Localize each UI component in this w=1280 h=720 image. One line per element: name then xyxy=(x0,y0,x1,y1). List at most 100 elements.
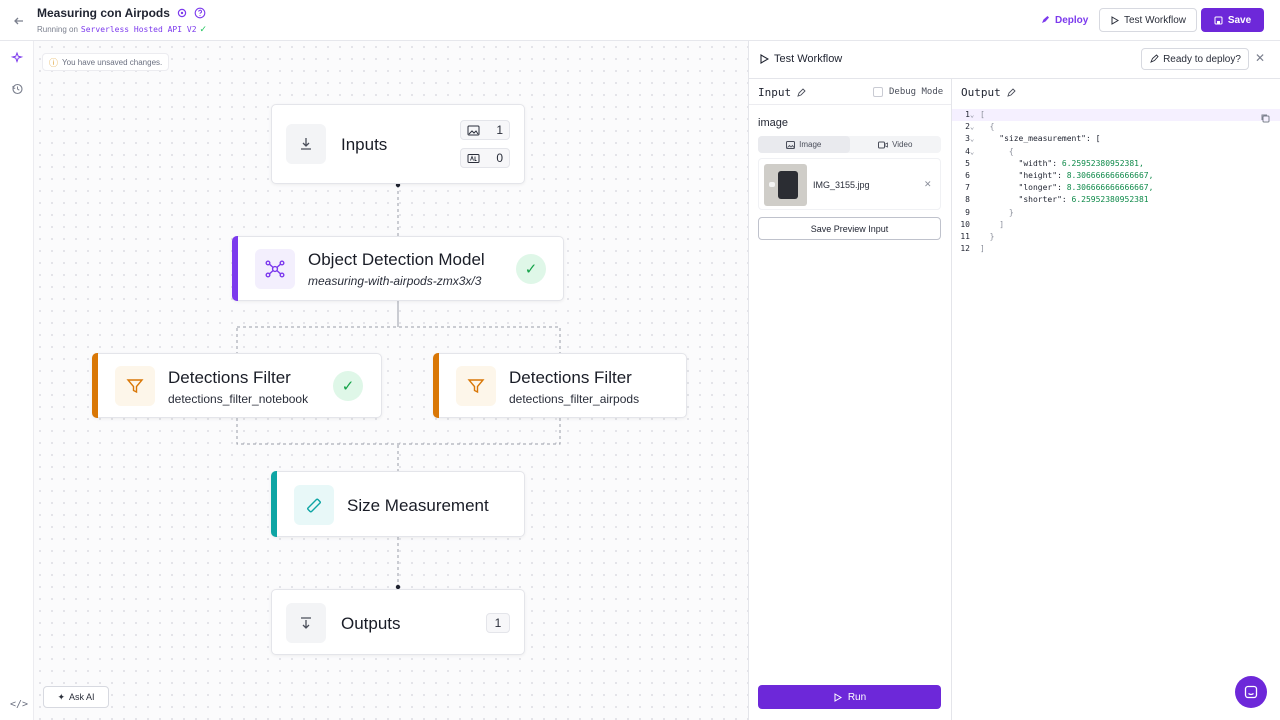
code-view-icon[interactable]: </> xyxy=(10,699,28,710)
save-icon xyxy=(1214,16,1223,24)
media-type-tabs: Image Video xyxy=(758,136,941,153)
size-measurement-node[interactable]: Size Measurement xyxy=(271,471,525,537)
remove-file-icon[interactable]: ✕ xyxy=(924,179,932,190)
model-graph-icon xyxy=(255,249,295,289)
line-text: ] xyxy=(980,244,985,254)
test-workflow-button[interactable]: Test Workflow xyxy=(1099,8,1197,32)
filter-airpods-id: detections_filter_airpods xyxy=(509,392,640,406)
line-text: "height": 8.306666666666667, xyxy=(980,170,1154,182)
thumbnail-airpod xyxy=(769,182,775,187)
tab-video[interactable]: Video xyxy=(850,136,942,153)
output-header: Output xyxy=(952,79,1280,105)
outputs-node[interactable]: Outputs 1 xyxy=(271,589,525,655)
run-label: Run xyxy=(847,691,867,703)
help-icon[interactable] xyxy=(194,7,206,19)
line-number: 8 xyxy=(965,195,970,205)
fold-chevron-icon[interactable]: ⌄ xyxy=(970,109,974,121)
line-number: 7 xyxy=(965,183,970,193)
output-json-viewer[interactable]: 1 ⌄[2 ⌄ {3 ⌄ "size_measurement": [4 ⌄ {5 "wi… xyxy=(952,109,1280,255)
pencil-icon[interactable] xyxy=(797,88,806,97)
fold-chevron-icon[interactable]: ⌄ xyxy=(970,133,974,145)
node-accent-bar xyxy=(92,353,98,418)
code-line: 11 } xyxy=(952,231,1280,243)
line-number: 4 xyxy=(965,146,970,156)
image-count: 1 xyxy=(496,123,503,137)
json-key: "size_measurement": [ xyxy=(980,134,1101,144)
json-number: 8.306666666666667, xyxy=(1066,170,1154,180)
code-line: 8 "shorter": 6.25952380952381 xyxy=(952,194,1280,206)
save-button[interactable]: Save xyxy=(1201,8,1264,32)
debug-checkbox[interactable] xyxy=(873,87,883,97)
output-label-row: Output xyxy=(961,86,1016,99)
detections-filter-notebook-node[interactable]: Detections Filter detections_filter_note… xyxy=(92,353,382,418)
line-text: { xyxy=(980,122,995,132)
top-header: Measuring con Airpods Running on Serverl… xyxy=(0,0,1280,41)
model-title: Object Detection Model xyxy=(308,250,485,269)
thumbnail-notebook xyxy=(778,171,798,199)
run-button[interactable]: Run xyxy=(758,685,941,709)
line-number: 9 xyxy=(965,207,970,217)
panel-title-row: Test Workflow xyxy=(759,53,842,65)
param-count: 0 xyxy=(496,151,503,165)
copy-icon[interactable] xyxy=(1260,113,1270,123)
debug-mode-toggle[interactable]: Debug Mode xyxy=(873,87,943,97)
filter-airpods-title: Detections Filter xyxy=(509,368,632,387)
outputs-title: Outputs xyxy=(341,614,401,633)
filter-notebook-id: detections_filter_notebook xyxy=(168,392,309,406)
line-text: "longer": 8.306666666666667, xyxy=(980,182,1154,194)
running-target[interactable]: Serverless Hosted API V2 xyxy=(81,25,197,34)
line-text: "width": 6.25952380952381, xyxy=(980,158,1144,170)
line-number: 10 xyxy=(960,219,970,229)
ask-ai-button[interactable]: ✦ Ask AI xyxy=(43,686,109,708)
input-label: Input xyxy=(758,86,792,99)
play-icon xyxy=(834,692,842,702)
sparkle-icon[interactable] xyxy=(10,51,24,65)
close-icon[interactable]: ✕ xyxy=(1255,51,1265,65)
file-name: IMG_3155.jpg xyxy=(813,180,870,190)
chat-support-button[interactable] xyxy=(1235,676,1267,708)
text-param-icon xyxy=(467,153,480,163)
line-text: } xyxy=(980,207,1014,217)
json-key: "shorter": xyxy=(980,195,1072,205)
input-column: Input Debug Mode image Image Video IMG_3… xyxy=(749,79,952,720)
object-detection-node[interactable]: Object Detection Model measuring-with-ai… xyxy=(232,236,564,301)
output-arrow-icon xyxy=(286,603,326,643)
deploy-button[interactable]: Deploy xyxy=(1034,9,1094,31)
uploaded-file: IMG_3155.jpg ✕ xyxy=(758,158,941,210)
back-arrow-icon[interactable] xyxy=(11,13,27,29)
line-text: ] xyxy=(980,219,1005,229)
settings-gear-icon[interactable] xyxy=(176,7,188,19)
check-icon: ✓ xyxy=(199,24,208,34)
inputs-node[interactable]: Inputs 1 0 xyxy=(271,104,525,184)
pencil-icon[interactable] xyxy=(1007,88,1016,97)
running-on-status: Running on Serverless Hosted API V2 ✓ xyxy=(37,24,207,35)
code-line: 1 ⌄ [ xyxy=(952,109,1280,122)
detections-filter-airpods-node[interactable]: Detections Filter detections_filter_airp… xyxy=(433,353,687,418)
workflow-canvas[interactable]: ⓘ You have unsaved changes. Inputs 1 0 O… xyxy=(34,41,748,720)
play-icon xyxy=(1111,15,1119,25)
code-line: 3 ⌄ "size_measurement": [ xyxy=(952,133,1280,145)
input-label-row: Input xyxy=(758,86,806,99)
play-icon xyxy=(760,54,769,64)
filter-funnel-icon xyxy=(456,366,496,406)
video-icon xyxy=(878,141,888,148)
fold-chevron-icon[interactable]: ⌄ xyxy=(970,121,974,133)
history-icon[interactable] xyxy=(10,82,24,96)
json-number: 6.25952380952381 xyxy=(1071,195,1149,205)
tab-image[interactable]: Image xyxy=(758,136,850,153)
test-workflow-label: Test Workflow xyxy=(1123,14,1187,26)
code-line: 4 ⌄ { xyxy=(952,146,1280,158)
line-number: 3 xyxy=(965,134,970,144)
ready-to-deploy-button[interactable]: Ready to deploy? xyxy=(1141,48,1249,70)
output-count-badge: 1 xyxy=(486,613,510,633)
ask-ai-label: Ask AI xyxy=(69,692,95,702)
input-header: Input Debug Mode xyxy=(749,79,951,105)
code-line: 6 "height": 8.306666666666667, xyxy=(952,170,1280,182)
line-text: "size_measurement": [ xyxy=(980,133,1100,145)
model-id: measuring-with-airpods-zmx3x/3 xyxy=(308,274,482,288)
json-key: "width": xyxy=(980,158,1062,168)
save-preview-input-button[interactable]: Save Preview Input xyxy=(758,217,941,240)
fold-chevron-icon[interactable]: ⌄ xyxy=(970,146,974,158)
line-number: 1 xyxy=(965,110,970,119)
line-text: "shorter": 6.25952380952381 xyxy=(980,194,1149,206)
